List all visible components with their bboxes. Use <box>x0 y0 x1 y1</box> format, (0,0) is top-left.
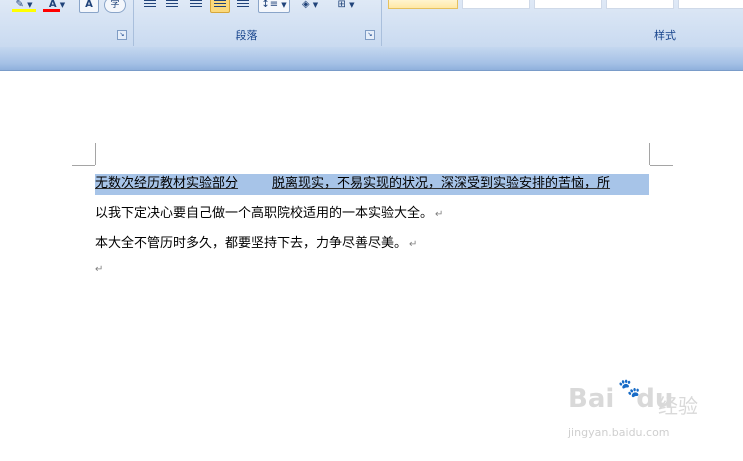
paint-bucket-icon: ◈ <box>301 0 310 10</box>
paragraph-dialog-launcher[interactable]: ↘ <box>365 30 375 40</box>
align-left-button[interactable] <box>140 0 160 13</box>
chevron-down-icon: ▼ <box>59 1 66 9</box>
crop-mark-left-vertical <box>95 143 96 165</box>
watermark-url: jingyan.baidu.com <box>568 426 670 439</box>
paragraph-mark-icon: ↵ <box>435 209 444 220</box>
style-item-heading-2[interactable] <box>606 0 674 9</box>
watermark-brand-cn: 经验 <box>658 394 698 418</box>
font-dialog-launcher[interactable]: ↘ <box>117 30 127 40</box>
font-color-button[interactable]: A ▼ <box>41 0 73 13</box>
baidu-watermark: Bai du 🐾 经验 jingyan.baidu.com <box>566 378 716 450</box>
paragraph-line[interactable]: 本大全不管历时多久，都要坚持下去，力争尽善尽美。 ↵ <box>95 234 417 254</box>
dialog-launcher-icon: ↘ <box>119 31 125 38</box>
styles-group-label: 样式 <box>654 29 676 42</box>
paw-icon: 🐾 <box>618 378 641 399</box>
styles-group: 样式 <box>382 0 743 47</box>
line-spacing-icon: ↕≡ <box>261 0 279 10</box>
crop-mark-left-horizontal <box>72 165 95 166</box>
style-item-normal[interactable] <box>388 0 458 9</box>
paragraph-text: 以我下定决心要自己做一个高职院校适用的一本实验大全。 <box>95 206 434 221</box>
empty-paragraph-mark-icon: ↵ <box>95 264 104 275</box>
distributed-align-icon <box>237 0 249 8</box>
chevron-down-icon: ▼ <box>349 1 355 9</box>
distributed-align-button[interactable] <box>233 0 253 13</box>
style-item-title[interactable] <box>678 0 743 9</box>
chevron-down-icon: ▼ <box>312 1 319 9</box>
paragraph-line[interactable]: 以我下定决心要自己做一个高职院校适用的一本实验大全。 ↵ <box>95 204 443 224</box>
enclose-char-button[interactable]: 字 <box>104 0 126 13</box>
chevron-down-icon: ▼ <box>281 1 287 9</box>
paragraph-text: 本大全不管历时多久，都要坚持下去，力争尽善尽美。 <box>95 236 408 251</box>
font-group: ✎ ▼ A ▼ A 字 ↘ <box>0 0 133 47</box>
align-right-icon <box>190 0 202 8</box>
ribbon-bottom-edge <box>0 47 743 71</box>
crop-mark-right-horizontal <box>650 165 673 166</box>
enclose-char-icon: 字 <box>110 0 120 10</box>
highlight-button[interactable]: ✎ ▼ <box>10 0 38 13</box>
paragraph-mark-icon: ↵ <box>409 239 418 250</box>
align-right-button[interactable] <box>186 0 206 13</box>
text-segment: 无数次经历教材实验部分 <box>95 176 239 191</box>
align-center-button[interactable] <box>162 0 182 13</box>
paragraph-group: ↕≡ ▼ ◈ ▼ ⊞ ▼ 段落 ↘ <box>134 0 381 47</box>
chevron-down-icon: ▼ <box>27 1 33 9</box>
text-segment: 脱离现实，不易实现的状况，深深受到实验安排的苦恼，所 <box>272 176 611 191</box>
borders-button[interactable]: ⊞ ▼ <box>330 0 362 13</box>
selected-text-line[interactable]: 无数次经历教材实验部分 脱离现实，不易实现的状况，深深受到实验安排的苦恼，所 <box>95 174 649 195</box>
char-shading-button[interactable]: A <box>79 0 99 13</box>
crop-mark-right-vertical <box>649 143 650 165</box>
align-center-icon <box>166 0 178 8</box>
highlight-color-bar <box>12 9 36 12</box>
char-shading-icon: A <box>85 0 93 10</box>
font-color-bar <box>43 9 60 12</box>
style-item-heading-1[interactable] <box>534 0 602 9</box>
justify-button[interactable] <box>210 0 230 13</box>
ribbon: ✎ ▼ A ▼ A 字 ↘ ↕≡ ▼ ◈ ▼ ⊞ ▼ 段落 ↘ 样式 <box>0 0 743 48</box>
paragraph-group-label: 段落 <box>235 29 258 42</box>
line-spacing-button[interactable]: ↕≡ ▼ <box>258 0 290 13</box>
align-left-icon <box>144 0 156 8</box>
borders-icon: ⊞ <box>337 0 346 10</box>
style-item-no-spacing[interactable] <box>462 0 530 9</box>
justify-icon <box>214 0 226 8</box>
dialog-launcher-icon: ↘ <box>367 31 373 38</box>
shading-button[interactable]: ◈ ▼ <box>294 0 326 13</box>
